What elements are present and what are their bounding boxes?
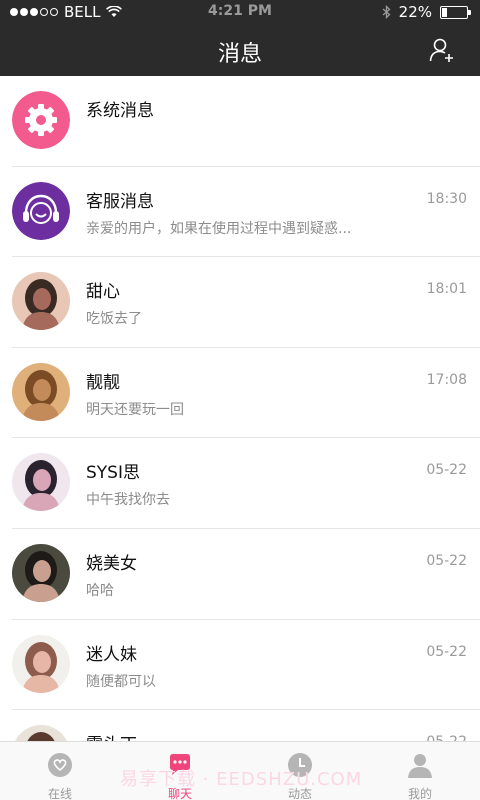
avatar (12, 543, 70, 602)
message-list-item[interactable]: SYSI思 05-22 中午我找你去 (12, 438, 480, 529)
message-preview: 亲爱的用户，如果在使用过程中遇到疑惑... (86, 220, 352, 237)
message-preview: 明天还要玩一回 (86, 401, 184, 418)
message-list-item[interactable]: 系统消息 (12, 76, 480, 167)
contact-name: 娆美女 (86, 553, 137, 574)
contact-name: 系统消息 (86, 101, 154, 121)
profile-icon (407, 752, 433, 782)
message-list-item[interactable]: 客服消息 18:30 亲爱的用户，如果在使用过程中遇到疑惑... (12, 167, 480, 258)
bluetooth-icon (382, 5, 391, 19)
tab-label: 在线 (47, 787, 72, 800)
avatar (12, 725, 70, 741)
status-bar: BELL 4:21 PM 22% (0, 0, 480, 24)
add-contact-icon[interactable] (428, 36, 456, 64)
message-list: 系统消息 客服消息 18:30 亲爱的用户，如果在使用过程中遇到疑惑... 甜心 18… (0, 76, 480, 741)
status-right: 22% (382, 3, 471, 21)
battery-icon (440, 5, 471, 19)
message-preview: 哈哈 (86, 582, 114, 599)
message-time: 05-22 (426, 734, 467, 741)
message-list-item[interactable]: 甜心 18:01 吃饭去了 (12, 257, 480, 348)
message-list-item[interactable]: 娆美女 05-22 哈哈 (12, 529, 480, 620)
avatar (12, 362, 70, 421)
contact-name: 迷人妹 (86, 644, 137, 665)
contact-name: 甜心 (86, 282, 120, 303)
contact-name: 靓靓 (86, 372, 120, 393)
avatar (12, 272, 70, 331)
online-icon (47, 752, 73, 782)
avatar (12, 634, 70, 693)
message-time: 05-22 (426, 643, 467, 660)
contact-name: 客服消息 (86, 191, 154, 212)
contact-name: SYSI思 (86, 463, 140, 484)
navigation-bar: 消息 (0, 24, 480, 76)
message-time: 18:30 (426, 190, 467, 207)
tab-label: 我的 (407, 787, 432, 800)
battery-percent: 22% (398, 3, 432, 21)
tab-online[interactable]: 在线 (0, 742, 120, 800)
message-list-item[interactable]: 迷人妹 05-22 随便都可以 (12, 620, 480, 711)
tab-profile[interactable]: 我的 (360, 742, 480, 800)
watermark: 易享下载 · EEDSHZU.COM (120, 769, 363, 790)
message-time: 17:08 (426, 371, 467, 388)
message-preview: 吃饭去了 (86, 311, 142, 328)
message-time: 05-22 (426, 552, 467, 569)
message-preview: 随便都可以 (86, 673, 156, 690)
gear-icon (12, 91, 70, 149)
avatar (12, 453, 70, 512)
message-list-item[interactable]: 零头丁 05-22 (12, 710, 480, 741)
message-preview: 中午我找你去 (86, 492, 170, 509)
headset-icon (12, 181, 70, 240)
message-time: 18:01 (426, 281, 467, 298)
contact-name: 零头丁 (86, 730, 137, 741)
page-title: 消息 (217, 42, 262, 67)
message-list-item[interactable]: 靓靓 17:08 明天还要玩一回 (12, 348, 480, 439)
message-time: 05-22 (426, 462, 467, 479)
